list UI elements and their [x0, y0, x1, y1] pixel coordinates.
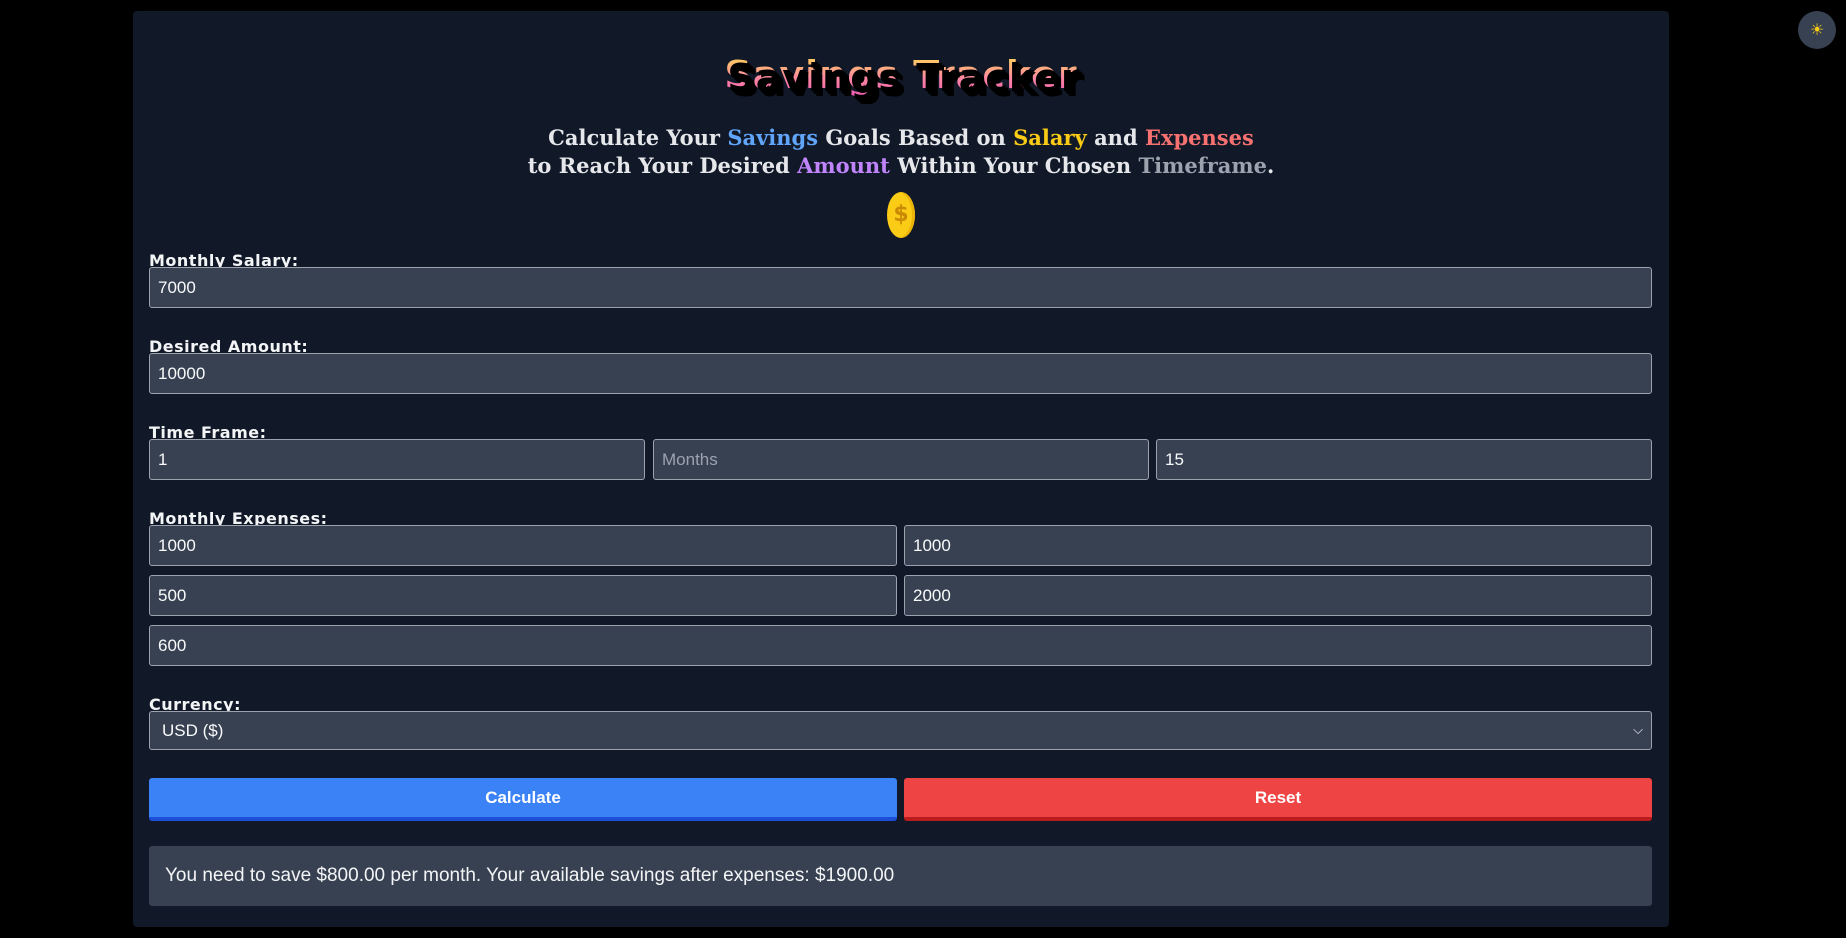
reset-button[interactable]: Reset [904, 778, 1652, 821]
salary-input[interactable] [149, 267, 1652, 308]
expense-input-1[interactable] [149, 525, 897, 566]
calculate-button[interactable]: Calculate [149, 778, 897, 821]
subtitle-highlight-amount: Amount [797, 153, 890, 178]
subtitle-line-2: to Reach Your Desired Amount Within Your… [133, 152, 1669, 180]
result-message: You need to save $800.00 per month. Your… [149, 846, 1652, 906]
coin-icon: $ [887, 192, 915, 238]
theme-toggle-button[interactable]: ☀ [1798, 11, 1836, 49]
page-title: Savings Tracker [133, 53, 1669, 97]
timeframe-years-input[interactable] [149, 439, 645, 480]
subtitle-text: to Reach Your Desired [527, 153, 798, 178]
subtitle-highlight-savings: Savings [727, 125, 819, 150]
timeframe-months-input[interactable] [653, 439, 1149, 480]
expense-input-4[interactable] [904, 575, 1652, 616]
subtitle-text: . [1266, 153, 1275, 178]
subtitle-highlight-timeframe: Timeframe [1138, 153, 1267, 178]
currency-select[interactable]: USD ($) ⌵ [149, 711, 1652, 750]
tracker-card: Savings Tracker Calculate Your Savings G… [133, 11, 1669, 927]
currency-selected-value: USD ($) [162, 721, 224, 740]
subtitle-text: Goals Based on [818, 125, 1014, 150]
subtitle-text: and [1086, 125, 1145, 150]
subtitle-text: Within Your Chosen [889, 153, 1139, 178]
expense-input-5[interactable] [149, 625, 1652, 666]
expense-input-2[interactable] [904, 525, 1652, 566]
sun-icon: ☀ [1809, 20, 1825, 39]
subtitle-line-1: Calculate Your Savings Goals Based on Sa… [133, 124, 1669, 152]
subtitle-highlight-expenses: Expenses [1144, 125, 1254, 150]
desired-amount-input[interactable] [149, 353, 1652, 394]
timeframe-days-input[interactable] [1156, 439, 1652, 480]
subtitle-highlight-salary: Salary [1013, 125, 1087, 150]
page-subtitle: Calculate Your Savings Goals Based on Sa… [133, 124, 1669, 180]
subtitle-text: Calculate Your [548, 125, 728, 150]
chevron-down-icon: ⌵ [1633, 723, 1643, 738]
expense-input-3[interactable] [149, 575, 897, 616]
